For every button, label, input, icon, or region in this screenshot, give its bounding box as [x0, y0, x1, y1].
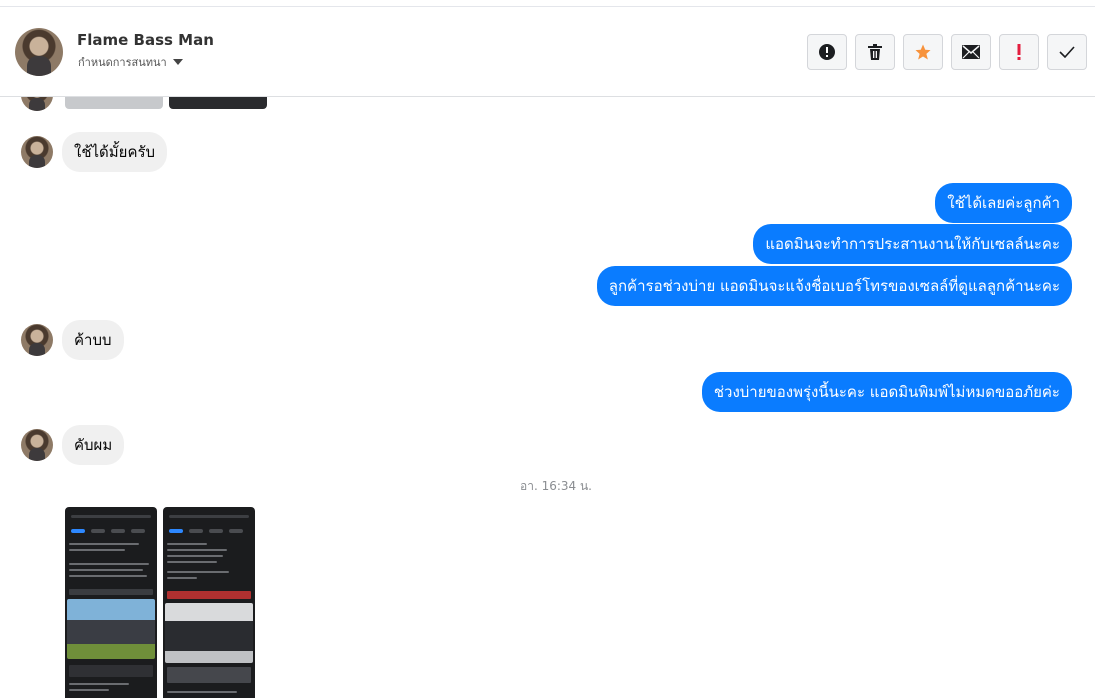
contact-avatar-small — [21, 97, 53, 111]
toolbar — [807, 34, 1087, 70]
delete-button[interactable] — [855, 34, 895, 70]
contact-avatar[interactable] — [15, 28, 63, 76]
message-list[interactable]: ใช้ได้มั้ยครับ ใช้ได้เลยค่ะลูกค้า แอดมิน… — [0, 97, 1095, 698]
message-bubble-outgoing[interactable]: ใช้ได้เลยค่ะลูกค้า — [935, 183, 1072, 223]
priority-icon — [1017, 44, 1021, 60]
message-bubble-outgoing[interactable]: ลูกค้ารอช่วงบ่าย แอดมินจะแจ้งชื่อเบอร์โท… — [596, 266, 1072, 306]
contact-avatar-small — [21, 136, 53, 168]
image-attachment[interactable] — [163, 507, 255, 698]
image-attachment[interactable] — [65, 507, 157, 698]
mail-button[interactable] — [951, 34, 991, 70]
conversation-settings-dropdown[interactable]: กำหนดการสนทนา — [78, 53, 183, 71]
star-icon — [915, 44, 931, 60]
contact-avatar-small — [21, 429, 53, 461]
conversation-header: Flame Bass Man กำหนดการสนทนา — [0, 8, 1095, 97]
mark-done-button[interactable] — [1047, 34, 1087, 70]
priority-button[interactable] — [999, 34, 1039, 70]
image-attachment[interactable] — [65, 97, 163, 109]
image-attachment[interactable] — [169, 97, 267, 109]
message-row-incoming: คับผม — [21, 425, 125, 465]
message-bubble-outgoing[interactable]: แอดมินจะทำการประสานงานให้กับเซลล์นะคะ — [753, 224, 1072, 264]
message-bubble-incoming[interactable]: คับผม — [62, 425, 125, 465]
mail-icon — [962, 45, 980, 59]
conversation-settings-label: กำหนดการสนทนา — [78, 56, 167, 69]
message-bubble-incoming[interactable]: ใช้ได้มั้ยครับ — [62, 132, 168, 172]
top-border — [0, 0, 1095, 7]
message-timestamp: อา. 16:34 น. — [520, 479, 592, 493]
report-icon — [819, 44, 835, 60]
message-bubble-incoming[interactable]: ค้าบบ — [62, 320, 124, 360]
star-button[interactable] — [903, 34, 943, 70]
report-button[interactable] — [807, 34, 847, 70]
trash-icon — [868, 44, 882, 60]
message-row-images-previous — [21, 97, 53, 111]
contact-name[interactable]: Flame Bass Man — [77, 31, 214, 49]
message-bubble-outgoing[interactable]: ช่วงบ่ายของพรุ่งนี้นะคะ แอดมินพิมพ์ไม่หม… — [701, 372, 1072, 412]
contact-avatar-small — [21, 324, 53, 356]
caret-down-icon — [172, 59, 183, 65]
message-row-incoming: ใช้ได้มั้ยครับ — [21, 132, 168, 172]
check-icon — [1059, 46, 1075, 58]
message-row-incoming: ค้าบบ — [21, 320, 124, 360]
